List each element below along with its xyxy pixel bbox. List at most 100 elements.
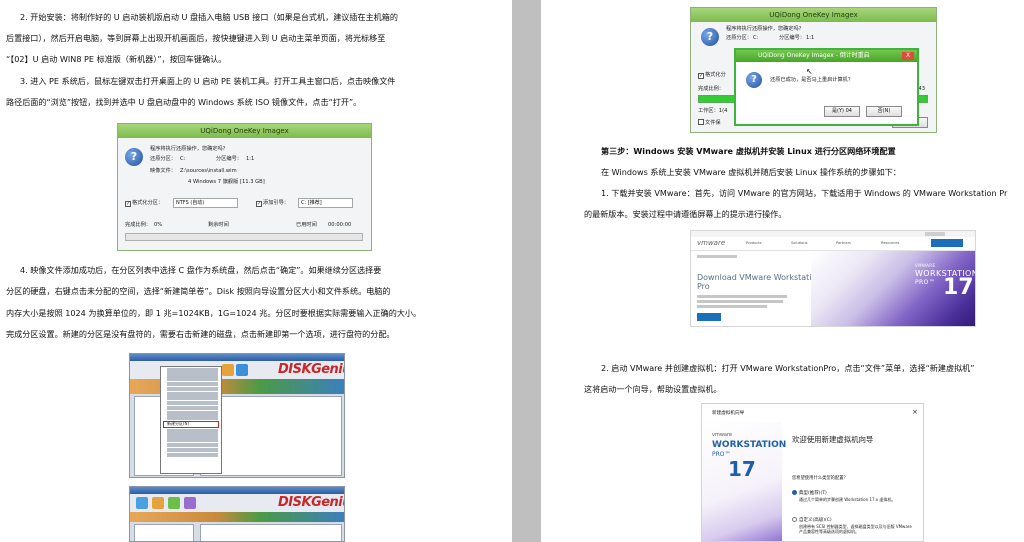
close-icon[interactable]: X	[902, 52, 914, 60]
partition-value: 1:1	[246, 156, 255, 162]
boot-checkbox[interactable]: ✓ 添加引导：	[256, 200, 289, 207]
checkbox-icon: ✓	[256, 201, 262, 207]
question-icon: ?	[701, 28, 719, 46]
document-page-left: 2. 开始安装：将制作好的 U 启动装机版启动 U 盘插入电脑 USB 接口（如…	[0, 0, 512, 542]
elapsed-label: 已用时间	[296, 222, 317, 228]
vmware-logo[interactable]: vmware	[697, 239, 725, 247]
imagex-dialog-screenshot: UQiDong OneKey Imagex ? 程序将执行还原操作，您确定吗？ …	[117, 123, 372, 251]
question-icon: ?	[125, 148, 143, 166]
banner-edition: PRO™	[915, 279, 936, 286]
logo-text: DISKGenius	[278, 362, 344, 377]
close-icon[interactable]: ×	[912, 409, 918, 416]
toolbar-icon	[136, 497, 148, 509]
disk-tree	[134, 524, 194, 541]
highlighted-menu-item[interactable]: 新建分区(N)	[163, 420, 219, 428]
option-custom-label: 自定义(高级)(C)	[799, 518, 832, 523]
new-vm-wizard-screenshot: 新建虚拟机向导 × vmware WORKSTATION PRO™ 17 欢迎使…	[701, 403, 924, 542]
wizard-heading: 欢迎使用新建虚拟机向导	[792, 435, 874, 444]
wizard-side-banner: vmware WORKSTATION PRO™ 17	[702, 422, 786, 541]
context-menu: 新建分区(N)	[160, 366, 222, 474]
banner-brand: VMWARE	[915, 263, 936, 268]
progress-label: 完成比例：	[125, 222, 151, 228]
description-line	[697, 300, 783, 303]
toolbar-icon	[184, 497, 196, 509]
diskgenius-logo: DISKGenius	[278, 495, 344, 510]
wizard-version: 17	[728, 457, 756, 481]
work-label: 工作区：1(4	[698, 108, 727, 115]
paragraph-line: 在 Windows 系统上安装 VMware 虚拟机并随后安装 Linux 操作…	[601, 167, 901, 177]
option-typical-label: 典型(推荐)(T)	[799, 491, 827, 496]
work-value: 1(4	[718, 108, 728, 114]
mouse-cursor-icon: ↖	[806, 67, 813, 76]
toolbar-icon	[152, 497, 164, 509]
description-line	[697, 295, 787, 298]
restore-value: C:	[180, 156, 186, 162]
download-heading: Download VMware Workstation	[697, 273, 822, 282]
file-checkbox[interactable]: 文件保	[698, 119, 721, 127]
dialog-title: UQiDong OneKey Imagex	[691, 8, 936, 22]
wizard-title: 新建虚拟机向导	[712, 411, 745, 416]
step3-heading: 第三步：Windows 安装 VMware 虚拟机并安装 Linux 进行分区网…	[601, 146, 896, 156]
dialog-title: UQiDong OneKey Imagex	[118, 124, 371, 138]
yes-button[interactable]: 是(Y) 04	[824, 106, 860, 117]
top-link[interactable]	[925, 232, 945, 236]
image-label: 映像文件：	[150, 168, 176, 174]
work-label-text: 工作区：	[698, 108, 719, 114]
partition-label: 分区编号：	[216, 156, 242, 162]
restore-label: 还原分区：	[726, 35, 752, 41]
dialog-prompt: 程序将执行还原操作，您确定吗？	[726, 26, 804, 32]
diskgenius-screenshot: DISKGenius 新建分区(N)	[129, 353, 345, 478]
prompt-title: UQiDong OneKey Imagex - 倒计时重启	[736, 50, 917, 62]
boot-select[interactable]: C: [推荐]	[298, 198, 353, 208]
paragraph-line: 内存大小是按照 1024 为换算单位的，即 1 兆=1024KB，1G=1024…	[6, 308, 422, 318]
paragraph-line: 2. 启动 VMware 并创建虚拟机：打开 VMware Workstatio…	[601, 363, 975, 373]
wizard-brand: vmware	[712, 432, 733, 438]
paragraph-line: 的最新版本。安装过程中请遵循屏幕上的提示进行操作。	[584, 209, 787, 219]
paragraph-line: “【02】U 启动 WIN8 PE 标准版（新机器）”，按回车键确认。	[6, 54, 227, 64]
question-icon: ?	[746, 72, 762, 88]
nav-link[interactable]: Products	[746, 241, 762, 245]
option-typical[interactable]: 典型(推荐)(T)	[792, 490, 827, 497]
boot-label: 添加引导：	[263, 200, 289, 206]
remaining-label: 剩余时间	[208, 222, 229, 228]
image-path: Z:\sources\install.wim	[180, 168, 237, 174]
nav-link[interactable]: Solutions	[791, 241, 808, 245]
format-checkbox[interactable]: ✓ 格式化分	[698, 72, 726, 79]
window-titlebar	[130, 354, 344, 361]
restore-label: 还原分区：	[150, 156, 176, 162]
window-titlebar	[130, 487, 344, 494]
format-select[interactable]: NTFS (自动)	[173, 198, 238, 208]
breadcrumb	[697, 255, 737, 258]
option-custom[interactable]: 自定义(高级)(C)	[792, 517, 832, 524]
diskgenius-logo: DISKGenius	[278, 362, 344, 377]
paragraph-line: 完成分区设置。新建的分区是没有盘符的，需要右击新建的磁盘，点击新建即第一个选项，…	[6, 329, 395, 339]
product-banner: VMWARE WORKSTATION PRO™ 17	[811, 251, 975, 326]
no-button[interactable]: 否(N)	[866, 106, 902, 117]
paragraph-line: 4. 映像文件添加成功后，在分区列表中选择 C 盘作为系统盘，然后点击“确定”。…	[20, 265, 382, 275]
checkbox-icon	[698, 119, 704, 125]
option-custom-description: 创建带有 SCSI 控制器类型、虚拟磁盘类型以及与旧版 VMware 产品兼容性…	[799, 524, 912, 534]
toolbar-icon	[236, 364, 248, 376]
radio-selected-icon	[792, 490, 797, 495]
prompt-message: 还原已成功，是否马上重启计算机？	[770, 77, 854, 83]
paragraph-line: 后置接口），然后开启电脑，等到屏幕上出现开机画面后，按快捷键进入到 U 启动主菜…	[6, 33, 386, 43]
partition-value: 1:1	[806, 35, 815, 41]
vmware-download-screenshot: vmware Products Solutions Partners Resou…	[690, 230, 976, 327]
download-heading-2: Pro	[697, 282, 710, 291]
progress-bar	[125, 233, 363, 241]
restore-dialog-screenshot: UQiDong OneKey Imagex ? 程序将执行还原操作，您确定吗？ …	[690, 7, 937, 133]
restart-prompt: UQiDong OneKey Imagex - 倒计时重启 X ? 还原已成功，…	[734, 48, 919, 126]
progress-label: 完成比例：	[698, 86, 724, 92]
diskgenius-screenshot-2: DISKGenius	[129, 486, 345, 542]
paragraph-line: 3. 进入 PE 系统后，鼠标左键双击打开桌面上的 U 启动 PE 装机工具。打…	[20, 76, 396, 86]
store-button[interactable]	[931, 239, 963, 247]
nav-link[interactable]: Resources	[881, 241, 899, 245]
restore-value: C:	[753, 35, 759, 41]
wizard-product: WORKSTATION	[712, 440, 787, 450]
nav-link[interactable]: Partners	[836, 241, 851, 245]
format-checkbox[interactable]: ✓ 格式化分区：	[125, 200, 163, 207]
format-label: 格式化分区：	[132, 200, 164, 206]
radio-unselected-icon	[792, 517, 797, 522]
download-button[interactable]	[697, 313, 721, 321]
wizard-question: 您希望使用什么类型的配置？	[792, 476, 848, 481]
